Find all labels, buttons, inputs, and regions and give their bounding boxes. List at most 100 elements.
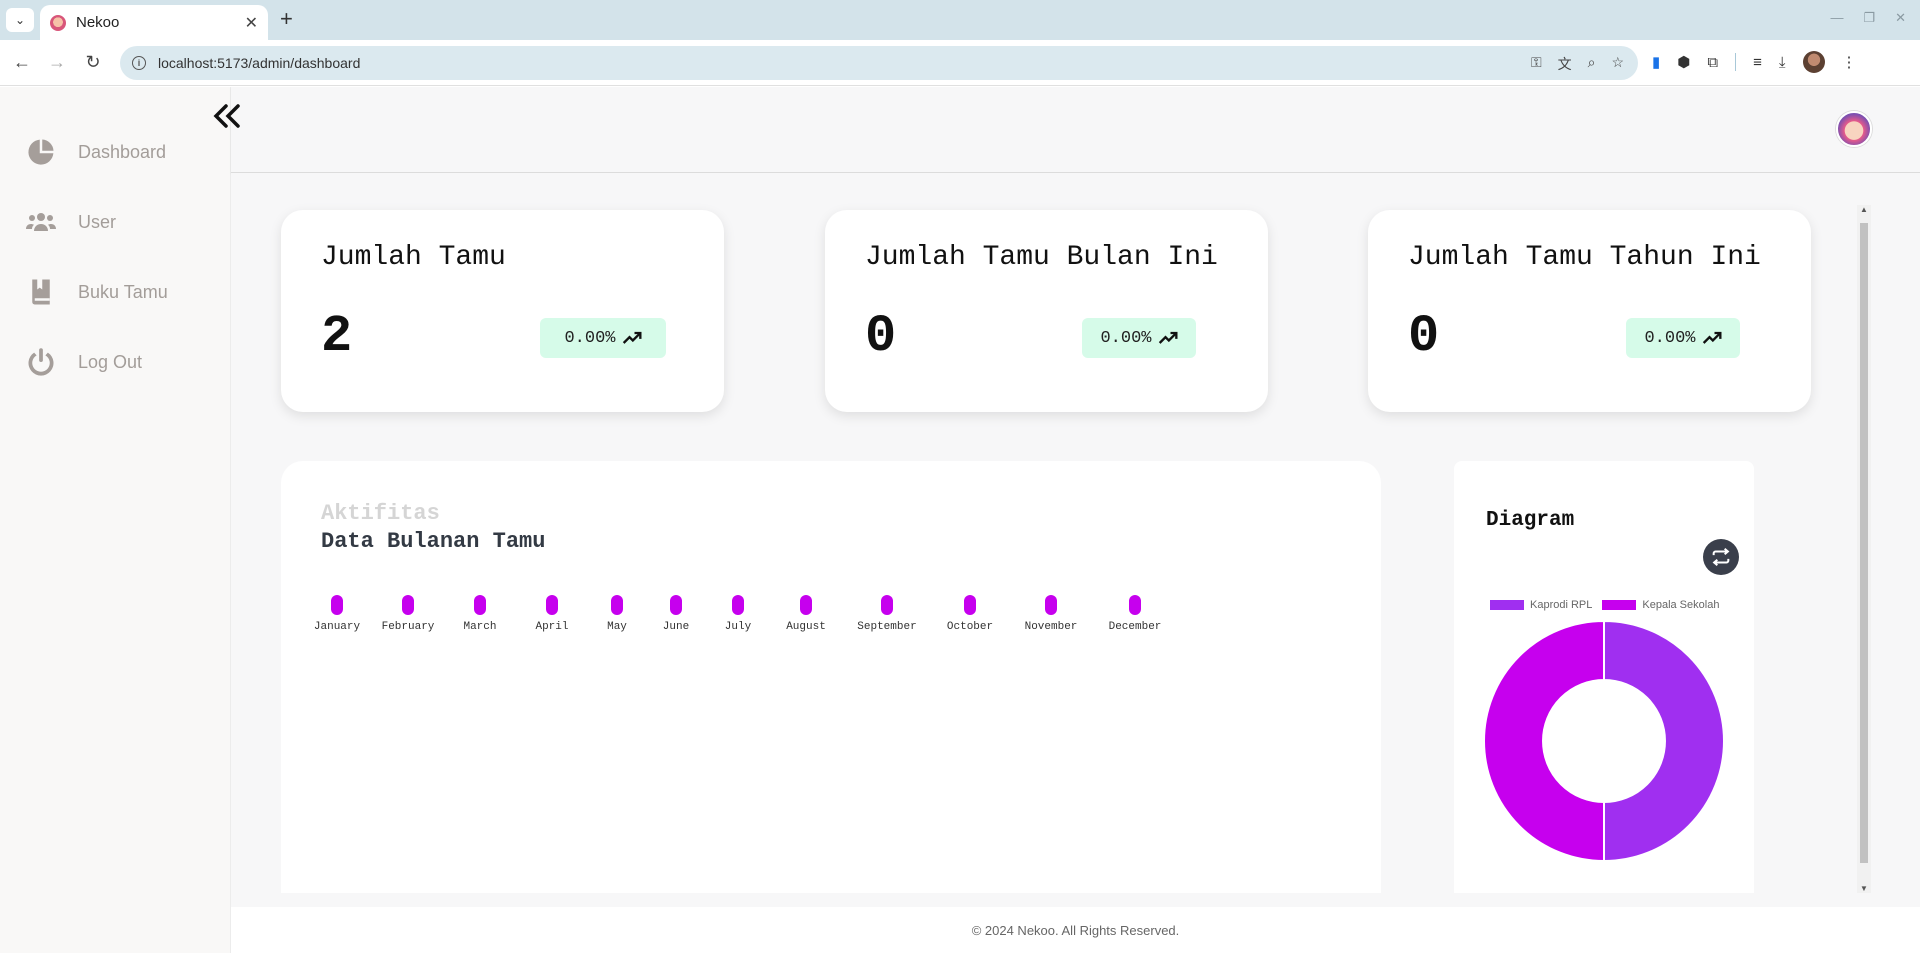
browser-tabstrip: ⌄ Nekoo ✕ + — ❐ ✕	[0, 0, 1920, 40]
stat-value: 0	[865, 307, 897, 366]
legend-label: Kepala Sekolah	[1642, 599, 1720, 611]
extensions-puzzle-icon[interactable]: ⧉	[1707, 54, 1718, 71]
stat-change-text: 0.00%	[564, 328, 616, 348]
users-icon	[26, 213, 56, 231]
menu-kebab-icon[interactable]: ⋮	[1842, 53, 1857, 71]
translate-icon[interactable]: 文	[1558, 54, 1572, 74]
month-label: October	[946, 621, 994, 633]
trending-up-icon	[1702, 331, 1721, 344]
stat-title: Jumlah Tamu Bulan Ini	[865, 242, 1218, 273]
scroll-down-icon[interactable]: ▼	[1860, 884, 1868, 893]
bookmark-star-icon[interactable]: ☆	[1611, 54, 1624, 74]
scroll-up-icon[interactable]: ▲	[1860, 205, 1868, 214]
month-bar-group: March	[445, 595, 515, 633]
stat-change-badge: 0.00%	[540, 318, 666, 358]
extensions-area: ▮ ⬢ ⧉ ≡ ⤓ ⋮	[1652, 51, 1857, 73]
month-bar	[474, 595, 486, 615]
month-label: April	[535, 621, 569, 633]
sidebar-item-label: Log Out	[78, 351, 143, 372]
month-bar	[1129, 595, 1141, 615]
sidebar-item-user[interactable]: User	[26, 207, 116, 237]
legend-item[interactable]: Kaprodi RPL	[1490, 599, 1592, 611]
extension-icon[interactable]: ▮	[1652, 53, 1660, 71]
tab-title: Nekoo	[76, 14, 120, 31]
month-bar-group: July	[703, 595, 773, 633]
month-bar	[331, 595, 343, 615]
month-bar	[670, 595, 682, 615]
sidebar-item-dashboard[interactable]: Dashboard	[26, 137, 166, 167]
swap-arrows-icon	[1712, 547, 1730, 567]
donut-chart	[1484, 621, 1724, 861]
download-icon[interactable]: ⤓	[1779, 54, 1786, 71]
month-label: November	[1024, 621, 1078, 633]
legend-swatch	[1602, 600, 1637, 610]
month-bar	[402, 595, 414, 615]
browser-toolbar: ← → ↻ i localhost:5173/admin/dashboard ⚿…	[0, 40, 1920, 86]
month-bar	[546, 595, 558, 615]
stat-change-text: 0.00%	[1100, 328, 1152, 348]
pie-chart-icon	[28, 139, 54, 165]
sidebar-item-log-out[interactable]: Log Out	[26, 347, 142, 377]
trending-up-icon	[622, 331, 641, 344]
chart-title: Data Bulanan Tamu	[321, 529, 546, 554]
content-scrollbar[interactable]: ▲ ▼	[1857, 205, 1871, 893]
sidebar-item-buku-tamu[interactable]: Buku Tamu	[26, 277, 168, 307]
back-icon[interactable]: ←	[11, 52, 33, 73]
tab-close-icon[interactable]: ✕	[245, 13, 258, 33]
stat-card-year: Jumlah Tamu Tahun Ini 0 0.00%	[1368, 210, 1811, 412]
minimize-icon[interactable]: —	[1830, 10, 1843, 26]
month-label: February	[381, 621, 435, 633]
stat-value: 0	[1408, 307, 1440, 366]
toolbar-separator	[1735, 53, 1737, 71]
zoom-icon[interactable]: ⌕	[1588, 54, 1596, 74]
stat-change-badge: 0.00%	[1082, 318, 1196, 358]
month-bar-group: November	[1016, 595, 1086, 633]
legend-swatch	[1490, 600, 1524, 610]
user-avatar[interactable]	[1836, 111, 1872, 147]
month-label: January	[313, 621, 361, 633]
donut-slice[interactable]	[1603, 621, 1724, 861]
month-bar-group: October	[935, 595, 1005, 633]
legend-item[interactable]: Kepala Sekolah	[1602, 599, 1719, 611]
site-info-icon[interactable]: i	[132, 56, 146, 70]
address-bar[interactable]: i localhost:5173/admin/dashboard ⚿ 文 ⌕ ☆	[120, 46, 1638, 80]
chart-subtitle: Aktifitas	[321, 501, 440, 526]
collapse-sidebar-icon[interactable]	[210, 101, 244, 131]
power-icon	[28, 348, 54, 376]
month-bar	[800, 595, 812, 615]
scroll-thumb[interactable]	[1860, 223, 1868, 863]
tab-search-chevron-icon[interactable]: ⌄	[6, 8, 34, 32]
stat-change-badge: 0.00%	[1626, 318, 1740, 358]
app-root: Dashboard User Buku Tamu Log Out Jumlah …	[0, 87, 1920, 953]
month-bar	[1045, 595, 1057, 615]
new-tab-icon[interactable]: +	[280, 8, 293, 30]
swap-chart-button[interactable]	[1703, 539, 1739, 575]
diagram-card: Diagram Kaprodi RPL Kepala Sekolah	[1454, 461, 1754, 893]
month-bar-group: September	[852, 595, 922, 633]
password-key-icon[interactable]: ⚿	[1531, 54, 1542, 74]
month-bar-group: June	[641, 595, 711, 633]
month-bar-group: December	[1100, 595, 1170, 633]
reading-list-icon[interactable]: ≡	[1753, 54, 1762, 71]
restore-icon[interactable]: ❐	[1863, 10, 1875, 26]
browser-tab[interactable]: Nekoo ✕	[40, 5, 268, 40]
close-window-icon[interactable]: ✕	[1895, 10, 1906, 26]
forward-icon[interactable]: →	[46, 52, 68, 73]
month-bar	[611, 595, 623, 615]
month-bar-group: January	[302, 595, 372, 633]
month-label: December	[1108, 621, 1162, 633]
donut-slice[interactable]	[1484, 621, 1605, 861]
legend-label: Kaprodi RPL	[1530, 599, 1593, 611]
month-bar-group: April	[517, 595, 587, 633]
sidebar-item-label: Buku Tamu	[78, 281, 168, 302]
profile-avatar-icon[interactable]	[1802, 51, 1825, 73]
extension-shield-icon[interactable]: ⬢	[1677, 53, 1690, 71]
month-label: September	[857, 621, 917, 633]
month-bar	[964, 595, 976, 615]
dashboard-content: Jumlah Tamu 2 0.00% Jumlah Tamu Bulan In…	[231, 173, 1920, 893]
sidebar: Dashboard User Buku Tamu Log Out	[0, 87, 231, 953]
stat-value: 2	[321, 307, 353, 366]
window-controls: — ❐ ✕	[1830, 10, 1906, 26]
reload-icon[interactable]: ↻	[82, 52, 104, 73]
book-icon	[32, 279, 50, 305]
